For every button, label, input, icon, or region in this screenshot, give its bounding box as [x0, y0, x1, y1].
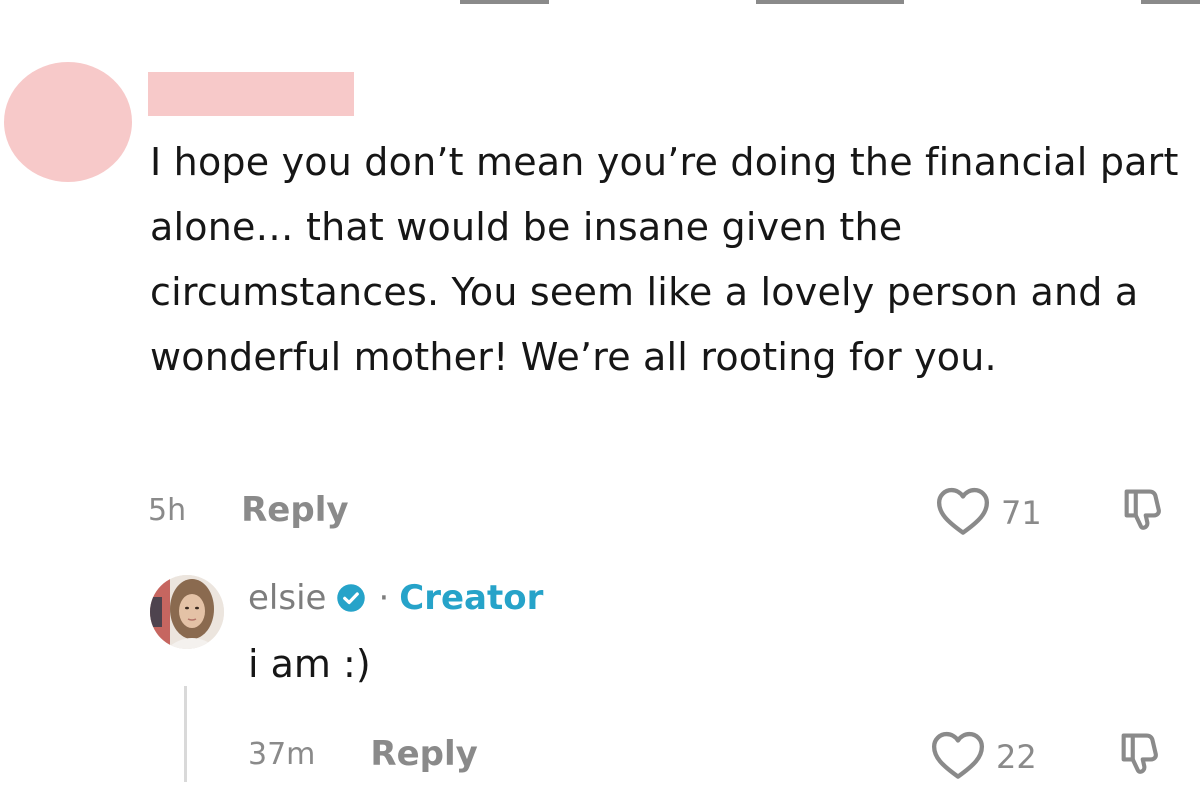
- thumbs-down-icon: [1115, 733, 1167, 784]
- reply-like-button[interactable]: 22: [930, 730, 1037, 784]
- comment-thread: I hope you don’t mean you’re doing the f…: [0, 0, 1200, 800]
- reply-to-reply-button[interactable]: Reply: [370, 734, 477, 774]
- heart-outline-icon: [935, 486, 991, 540]
- separator-dot: ·: [378, 578, 390, 618]
- comment-meta: 5h Reply: [148, 490, 349, 530]
- reply-dislike-button[interactable]: [1115, 728, 1167, 784]
- reply-header: elsie · Creator: [248, 578, 543, 618]
- thumbs-down-icon: [1118, 489, 1170, 540]
- creator-avatar[interactable]: [150, 575, 224, 649]
- reply-body: i am :): [248, 642, 371, 686]
- thread-connector-line: [184, 686, 187, 782]
- cropped-top-edge: [460, 0, 1200, 4]
- reply-timestamp: 37m: [248, 736, 316, 772]
- comment-body: I hope you don’t mean you’re doing the f…: [150, 140, 1179, 379]
- reply-like-count: 22: [996, 738, 1037, 776]
- reply-meta: 37m Reply: [248, 734, 478, 774]
- creator-username[interactable]: elsie: [248, 578, 326, 618]
- commenter-avatar-redacted[interactable]: [4, 62, 132, 182]
- reply-button[interactable]: Reply: [241, 490, 348, 530]
- comment-timestamp: 5h: [148, 492, 187, 528]
- commenter-name-redacted[interactable]: [148, 72, 354, 116]
- like-button[interactable]: 71: [935, 486, 1042, 540]
- creator-badge: Creator: [399, 578, 544, 618]
- dislike-button[interactable]: [1118, 484, 1170, 540]
- like-count: 71: [1001, 494, 1042, 532]
- verified-check-icon: [336, 583, 366, 613]
- heart-outline-icon: [930, 730, 986, 784]
